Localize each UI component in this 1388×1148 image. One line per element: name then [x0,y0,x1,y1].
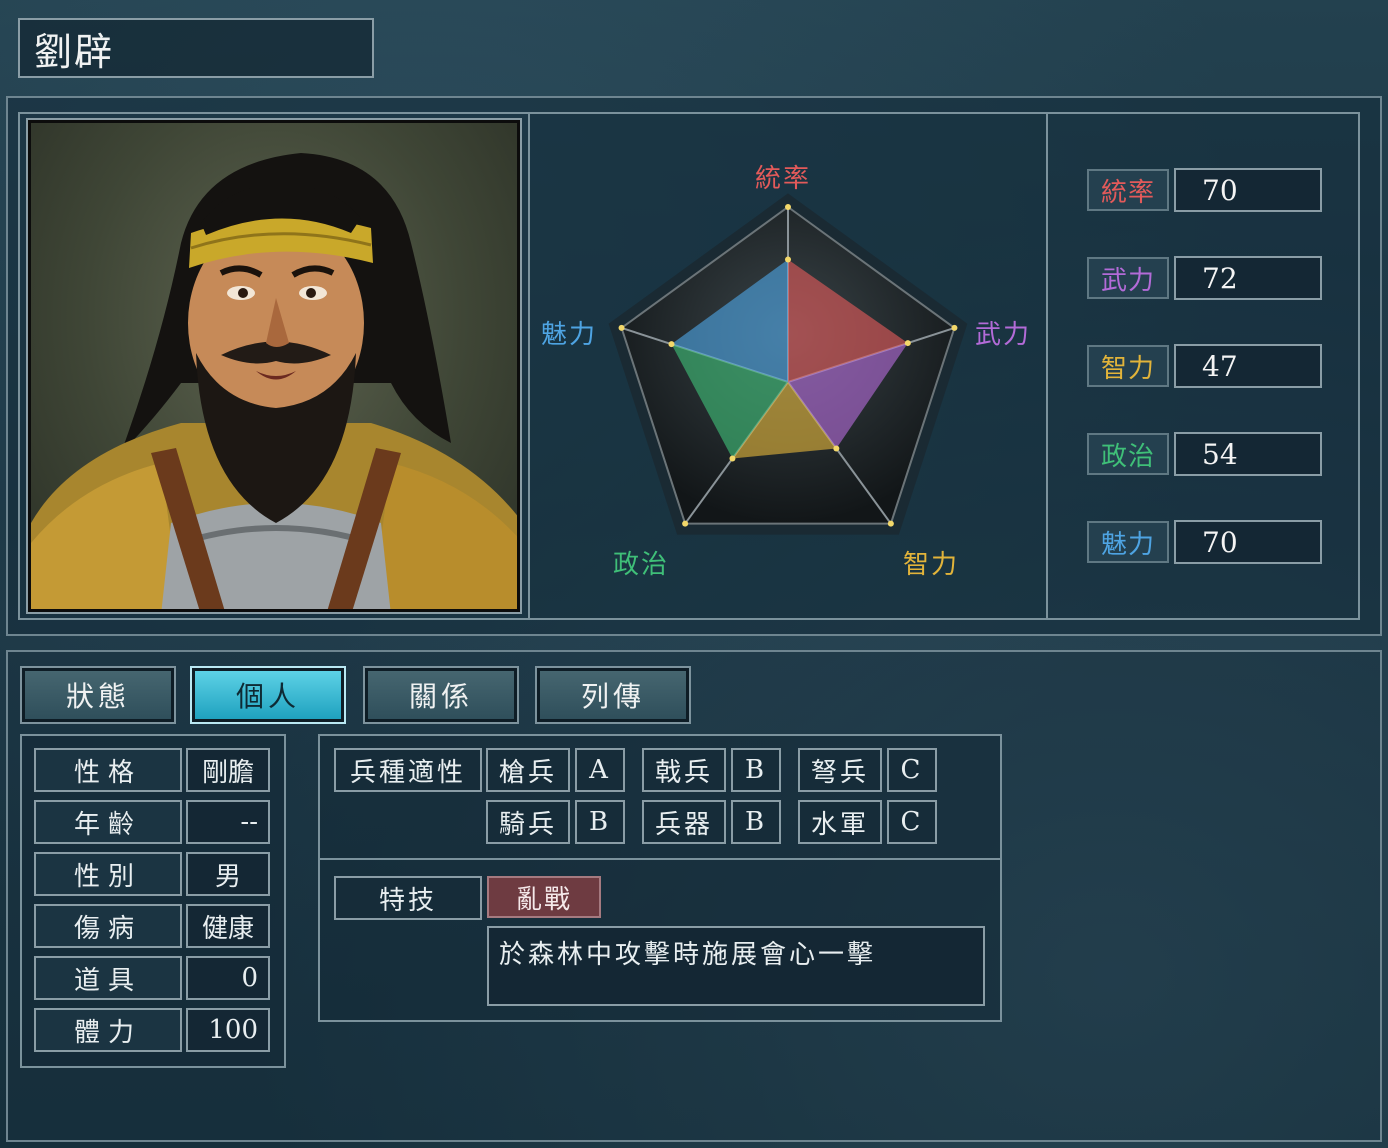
radar-point-charisma [668,341,675,348]
radar-label-charisma: 魅力 [541,320,598,350]
tab-biography[interactable]: 列傳 [535,666,691,724]
unit-grade-spear: A [575,748,625,792]
stat-value-politics: 54 [1174,432,1322,476]
info-label-items: 道具 [34,956,182,1000]
stat-value-war: 72 [1174,256,1322,300]
unit-name-spear: 槍兵 [486,748,570,792]
unit-name-halberd: 戟兵 [642,748,726,792]
officer-name: 劉辟 [18,18,374,78]
info-label-age: 年齡 [34,800,182,844]
aptitude-divider [320,858,1000,860]
info-label-personality: 性格 [34,748,182,792]
radar-label-intelligence: 智力 [903,550,960,580]
unit-grade-navy: C [887,800,937,844]
portrait-illustration [31,153,517,609]
stat-label-command: 統率 [1087,169,1169,211]
unit-grade-halberd: B [731,748,781,792]
info-value-gender: 男 [186,852,270,896]
unit-grade-siege: B [731,800,781,844]
info-value-personality: 剛膽 [186,748,270,792]
stat-label-intelligence: 智力 [1087,345,1169,387]
info-label-gender: 性別 [34,852,182,896]
stat-value-charisma: 70 [1174,520,1322,564]
unit-name-navy: 水軍 [798,800,882,844]
radar-label-war: 武力 [975,320,1032,350]
info-value-stamina: 100 [186,1008,270,1052]
tab-personal[interactable]: 個人 [190,666,346,724]
stat-label-charisma: 魅力 [1087,521,1169,563]
radar-vertex-war [951,324,958,331]
unit-name-siege: 兵器 [642,800,726,844]
radar-vertex-politics [682,520,689,527]
info-value-health: 健康 [186,904,270,948]
unit-grade-crossbow: C [887,748,937,792]
aptitude-title: 兵種適性 [334,748,482,792]
radar-point-intelligence [833,445,840,452]
radar-point-politics [729,455,736,462]
stat-value-intelligence: 47 [1174,344,1322,388]
radar-label-politics: 政治 [613,550,670,580]
unit-name-crossbow: 弩兵 [798,748,882,792]
unit-grade-cavalry: B [575,800,625,844]
skill-label: 特技 [334,876,482,920]
officer-portrait [26,118,522,614]
info-label-health: 傷病 [34,904,182,948]
tab-relations[interactable]: 關係 [363,666,519,724]
skill-description: 於森林中攻擊時施展會心一擊 [487,926,985,1006]
radar-point-command [785,256,791,263]
radar-label-command: 統率 [755,164,812,194]
radar-vertex-command [785,204,791,210]
info-value-items: 0 [186,956,270,1000]
tab-status[interactable]: 狀態 [20,666,176,724]
info-label-stamina: 體力 [34,1008,182,1052]
stat-value-command: 70 [1174,168,1322,212]
stat-label-war: 武力 [1087,257,1169,299]
radar-point-war [904,340,911,347]
stat-label-politics: 政治 [1087,433,1169,475]
unit-name-cavalry: 騎兵 [486,800,570,844]
radar-vertex-intelligence [887,520,894,527]
radar-vertex-charisma [618,324,625,331]
skill-name-badge[interactable]: 亂戰 [487,876,601,918]
info-value-age: -- [186,800,270,844]
